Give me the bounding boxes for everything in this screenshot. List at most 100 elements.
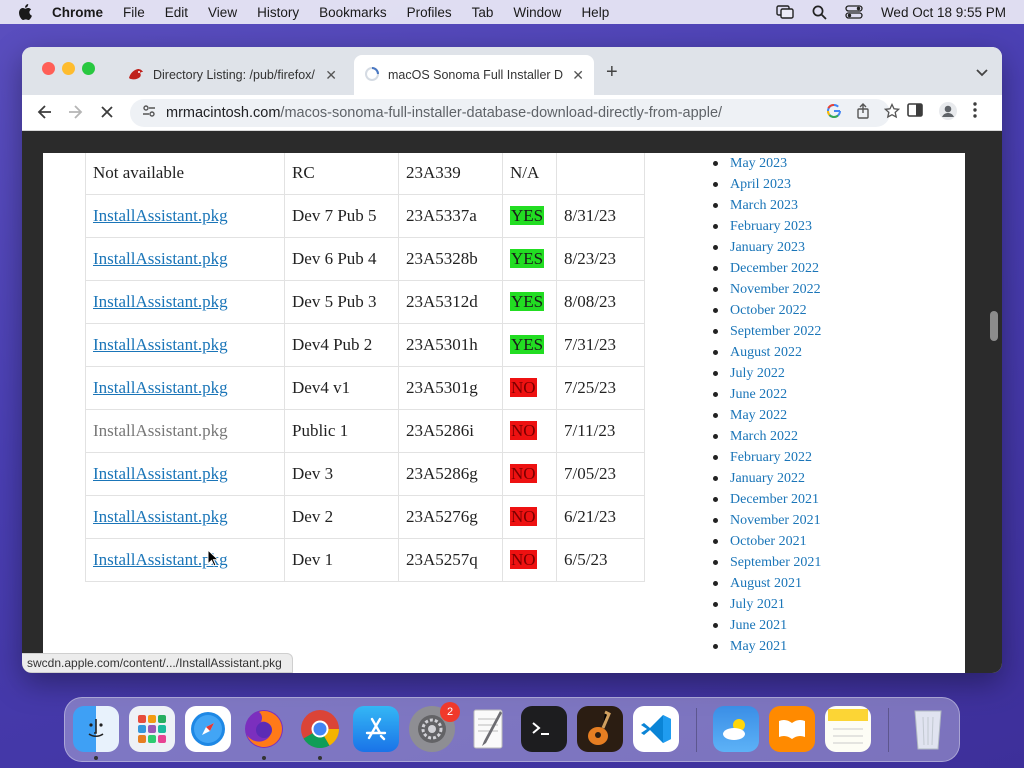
spotlight-search-icon[interactable] bbox=[812, 5, 827, 20]
archive-link[interactable]: March 2023 bbox=[730, 198, 798, 213]
browser-toolbar: mrmacintosh.com/macos-sonoma-full-instal… bbox=[22, 95, 1002, 131]
archive-link[interactable]: August 2021 bbox=[730, 576, 802, 591]
archive-link[interactable]: December 2022 bbox=[730, 261, 819, 276]
archive-link[interactable]: February 2022 bbox=[730, 450, 812, 465]
download-link[interactable]: InstallAssistant.pkg bbox=[93, 249, 228, 268]
firefox-icon[interactable] bbox=[241, 706, 287, 752]
table-row: Not available RC 23A339 N/A bbox=[85, 153, 645, 195]
archive-link[interactable]: November 2022 bbox=[730, 282, 821, 297]
page-scrollbar[interactable] bbox=[990, 311, 998, 341]
apple-menu-icon[interactable] bbox=[18, 4, 38, 20]
archive-link[interactable]: January 2023 bbox=[730, 240, 805, 255]
page-content: Not available RC 23A339 N/A InstallAssistant… bbox=[43, 153, 965, 673]
build-number-cell: 23A5257q bbox=[398, 538, 503, 582]
menu-profiles[interactable]: Profiles bbox=[407, 5, 452, 20]
status-cell: YES bbox=[502, 280, 557, 324]
build-number-cell-text: 23A5286g bbox=[406, 464, 478, 483]
vscode-icon[interactable] bbox=[633, 706, 679, 752]
profile-avatar-icon[interactable] bbox=[938, 101, 958, 126]
menu-file[interactable]: File bbox=[123, 5, 145, 20]
back-arrow-icon[interactable] bbox=[36, 103, 54, 126]
download-link[interactable]: InstallAssistant.pkg bbox=[93, 292, 228, 311]
download-link[interactable]: InstallAssistant.pkg bbox=[93, 378, 228, 397]
download-link[interactable]: InstallAssistant.pkg bbox=[93, 421, 228, 440]
archive-link[interactable]: July 2021 bbox=[730, 597, 785, 612]
safari-icon[interactable] bbox=[185, 706, 231, 752]
download-link[interactable]: InstallAssistant.pkg bbox=[93, 507, 228, 526]
new-tab-button[interactable]: + bbox=[606, 61, 618, 84]
date-cell: 7/25/23 bbox=[556, 366, 645, 410]
address-bar[interactable]: mrmacintosh.com/macos-sonoma-full-instal… bbox=[130, 99, 901, 127]
minimize-window-button[interactable] bbox=[62, 62, 75, 75]
archive-link[interactable]: May 2022 bbox=[730, 408, 787, 423]
menu-clock[interactable]: Wed Oct 18 9:55 PM bbox=[881, 5, 1006, 20]
archive-link[interactable]: September 2021 bbox=[730, 555, 821, 570]
download-link[interactable]: InstallAssistant.pkg bbox=[93, 464, 228, 483]
terminal-icon[interactable] bbox=[521, 706, 567, 752]
tab-close-icon[interactable]: ✕ bbox=[325, 67, 337, 84]
archive-link[interactable]: June 2022 bbox=[730, 387, 787, 402]
archive-link[interactable]: September 2022 bbox=[730, 324, 821, 339]
tab-close-icon[interactable]: ✕ bbox=[572, 67, 584, 84]
menu-tab[interactable]: Tab bbox=[472, 5, 494, 20]
menu-view[interactable]: View bbox=[208, 5, 237, 20]
textedit-icon[interactable] bbox=[465, 706, 511, 752]
archive-link[interactable]: August 2022 bbox=[730, 345, 802, 360]
build-name-cell-text: RC bbox=[292, 163, 315, 182]
table-row: InstallAssistant.pkg Public 1 23A5286i NO 7/… bbox=[85, 409, 645, 453]
garageband-icon[interactable] bbox=[577, 706, 623, 752]
date-cell-text: 7/05/23 bbox=[564, 464, 616, 483]
menu-app-name[interactable]: Chrome bbox=[52, 5, 103, 20]
download-link[interactable]: InstallAssistant.pkg bbox=[93, 335, 228, 354]
share-icon[interactable] bbox=[856, 103, 870, 123]
archive-link[interactable]: February 2023 bbox=[730, 219, 812, 234]
menu-window[interactable]: Window bbox=[513, 5, 561, 20]
archive-link[interactable]: July 2022 bbox=[730, 366, 785, 381]
site-info-icon[interactable] bbox=[142, 104, 156, 122]
archive-link[interactable]: March 2022 bbox=[730, 429, 798, 444]
trash-icon[interactable] bbox=[905, 706, 951, 752]
build-name-cell: Dev 1 bbox=[284, 538, 399, 582]
menu-help[interactable]: Help bbox=[581, 5, 609, 20]
archive-list: May 2023 April 2023 March 2023 February 202… bbox=[711, 153, 821, 657]
screen-mirroring-icon[interactable] bbox=[776, 5, 794, 19]
side-panel-icon[interactable] bbox=[906, 101, 924, 126]
zoom-window-button[interactable] bbox=[82, 62, 95, 75]
more-menu-icon[interactable] bbox=[972, 101, 978, 126]
app-store-icon[interactable] bbox=[353, 706, 399, 752]
tab-strip: Directory Listing: /pub/firefox/ ✕ macOS… bbox=[22, 47, 1002, 95]
tab-directory-listing[interactable]: Directory Listing: /pub/firefox/ ✕ bbox=[117, 55, 347, 95]
forward-arrow-icon[interactable] bbox=[66, 103, 84, 126]
weather-icon[interactable] bbox=[713, 706, 759, 752]
control-center-icon[interactable] bbox=[845, 5, 863, 19]
finder-icon[interactable] bbox=[73, 706, 119, 752]
archive-link[interactable]: May 2021 bbox=[730, 639, 787, 654]
close-window-button[interactable] bbox=[42, 62, 55, 75]
launchpad-icon[interactable] bbox=[129, 706, 175, 752]
download-link[interactable]: InstallAssistant.pkg bbox=[93, 206, 228, 225]
books-icon[interactable] bbox=[769, 706, 815, 752]
archive-link[interactable]: June 2021 bbox=[730, 618, 787, 633]
stop-loading-icon[interactable] bbox=[98, 103, 116, 126]
archive-link[interactable]: April 2023 bbox=[730, 177, 791, 192]
menu-edit[interactable]: Edit bbox=[165, 5, 188, 20]
list-item: October 2021 bbox=[711, 531, 821, 552]
archive-link[interactable]: December 2021 bbox=[730, 492, 819, 507]
menu-history[interactable]: History bbox=[257, 5, 299, 20]
tab-search-chevron-icon[interactable] bbox=[976, 64, 988, 82]
google-lens-icon[interactable] bbox=[826, 103, 842, 123]
archive-link[interactable]: November 2021 bbox=[730, 513, 821, 528]
bookmark-star-icon[interactable] bbox=[883, 102, 901, 123]
build-number-cell-text: 23A5286i bbox=[406, 421, 474, 440]
tab-macos-sonoma[interactable]: macOS Sonoma Full Installer D ✕ bbox=[354, 55, 594, 95]
archive-link[interactable]: May 2023 bbox=[730, 156, 787, 171]
settings-notification-badge: 2 bbox=[440, 702, 460, 722]
date-cell: 7/11/23 bbox=[556, 409, 645, 453]
menu-bookmarks[interactable]: Bookmarks bbox=[319, 5, 387, 20]
chrome-icon[interactable] bbox=[297, 706, 343, 752]
archive-link[interactable]: October 2021 bbox=[730, 534, 807, 549]
archive-link[interactable]: January 2022 bbox=[730, 471, 805, 486]
notes-icon[interactable] bbox=[825, 706, 871, 752]
archive-link[interactable]: October 2022 bbox=[730, 303, 807, 318]
list-item: June 2022 bbox=[711, 384, 821, 405]
